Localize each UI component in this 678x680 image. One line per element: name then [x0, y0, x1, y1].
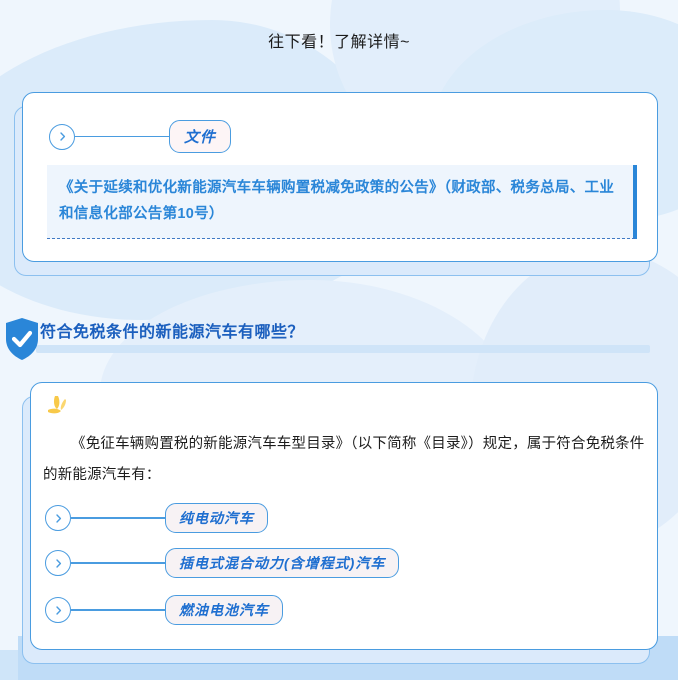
- connector-line: [75, 135, 169, 138]
- connector-line: [71, 517, 165, 519]
- chevron-right-icon[interactable]: [45, 550, 71, 576]
- heading-underline-bar: [36, 345, 650, 353]
- connector-line: [71, 562, 165, 564]
- shield-check-icon: [4, 317, 40, 361]
- vehicle-type-badge[interactable]: 插电式混合动力(含增程式)汽车: [165, 548, 400, 578]
- vehicle-type-badge[interactable]: 燃油电池汽车: [165, 595, 283, 625]
- section-title: 符合免税条件的新能源汽车有哪些？: [40, 324, 305, 341]
- vehicle-list-card: 《免征车辆购置税的新能源汽车车型目录》（以下简称《目录》）规定，属于符合免税条件…: [22, 382, 658, 664]
- vehicle-list-body-text: 《免征车辆购置税的新能源汽车车型目录》（以下简称《目录》）规定，属于符合免税条件…: [43, 436, 645, 483]
- dashed-separator: [47, 238, 635, 239]
- document-badge[interactable]: 文件: [169, 120, 232, 153]
- document-quote-block: 《关于延续和优化新能源汽车车辆购置税减免政策的公告》（财政部、税务总局、工业和信…: [47, 165, 637, 239]
- document-card: 文件 《关于延续和优化新能源汽车车辆购置税减免政策的公告》（财政部、税务总局、工…: [14, 92, 658, 276]
- document-title-text: 《关于延续和优化新能源汽车车辆购置税减免政策的公告》（财政部、税务总局、工业和信…: [59, 180, 615, 222]
- lead-text: 往下看！了解详情~: [268, 34, 410, 51]
- sparkle-icon: [45, 395, 75, 421]
- vehicle-type-badge[interactable]: 纯电动汽车: [165, 503, 268, 533]
- document-badge-connector: 文件: [49, 120, 232, 153]
- chevron-right-icon[interactable]: [45, 505, 71, 531]
- document-card-surface: 文件 《关于延续和优化新能源汽车车辆购置税减免政策的公告》（财政部、税务总局、工…: [22, 92, 658, 262]
- list-item: 纯电动汽车: [45, 503, 268, 533]
- connector-line: [71, 609, 165, 611]
- vehicle-list-card-surface: 《免征车辆购置税的新能源汽车车型目录》（以下简称《目录》）规定，属于符合免税条件…: [30, 382, 658, 650]
- section-heading: 符合免税条件的新能源汽车有哪些？: [0, 310, 678, 360]
- chevron-right-icon[interactable]: [49, 123, 75, 150]
- list-item: 插电式混合动力(含增程式)汽车: [45, 548, 400, 578]
- chevron-right-icon[interactable]: [45, 597, 71, 623]
- infographic-page: 往下看！了解详情~ 文件 《关于延续和优化新能源汽车车辆购置税减免政策的公告》（…: [0, 0, 678, 680]
- list-item: 燃油电池汽车: [45, 595, 283, 625]
